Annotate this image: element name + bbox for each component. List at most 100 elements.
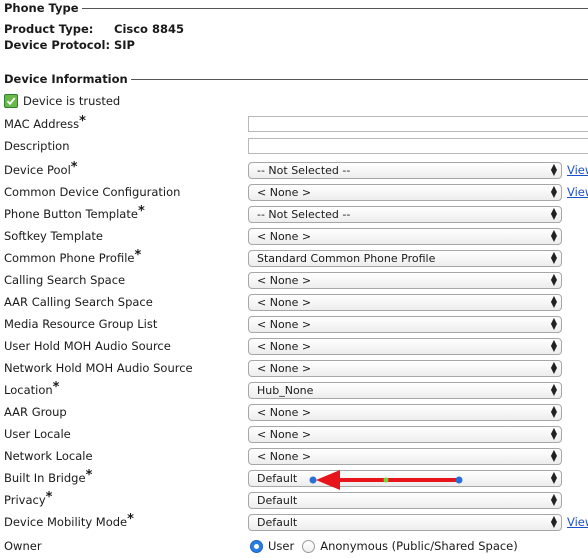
required-marker: * (85, 468, 93, 483)
media-resource-group-list-select[interactable]: < None > ▲ ▼ (248, 316, 562, 333)
required-marker: * (137, 204, 145, 219)
common-phone-profile-select[interactable]: Standard Common Phone Profile ▲ ▼ (248, 250, 562, 267)
location-row: Location* Hub_None ▲ ▼ (0, 380, 588, 402)
common-device-config-select[interactable]: < None > ▲ ▼ (248, 184, 562, 201)
common-phone-profile-label: Common Phone Profile* (4, 248, 142, 265)
network-hold-moh-select[interactable]: < None > ▲ ▼ (248, 360, 562, 377)
aar-calling-search-space-label: AAR Calling Search Space (4, 295, 153, 309)
media-resource-group-list-label: Media Resource Group List (4, 317, 158, 331)
device-protocol-label: Device Protocol: (4, 38, 111, 52)
description-label: Description (4, 139, 70, 153)
phone-type-header: Phone Type (0, 0, 588, 16)
common-phone-profile-row: Common Phone Profile* Standard Common Ph… (0, 248, 588, 270)
owner-user-radio[interactable] (250, 539, 263, 553)
divider (81, 8, 588, 9)
select-arrows-icon: ▲ ▼ (550, 492, 557, 507)
required-marker: * (52, 380, 60, 395)
product-type-label: Product Type: (4, 22, 94, 36)
select-arrows-icon: ▲ ▼ (550, 514, 557, 529)
calling-search-space-select[interactable]: < None > ▲ ▼ (248, 272, 562, 289)
network-locale-select[interactable]: < None > ▲ ▼ (248, 448, 562, 465)
select-arrows-icon: ▲ ▼ (550, 404, 557, 419)
device-pool-row: Device Pool* -- Not Selected --▲▼ View (0, 160, 588, 182)
phone-button-template-label: Phone Button Template* (4, 204, 145, 221)
select-arrows-icon: ▲ ▼ (550, 184, 557, 199)
user-hold-moh-select[interactable]: < None > ▲ ▼ (248, 338, 562, 355)
phone-type-heading: Phone Type (0, 1, 82, 15)
select-arrows-icon: ▲ ▼ (550, 294, 557, 309)
device-mobility-mode-select[interactable]: Default ▲ ▼ (248, 514, 562, 531)
aar-group-label: AAR Group (4, 405, 67, 419)
product-type-value: Cisco 8845 (114, 22, 184, 36)
phone-button-template-row: Phone Button Template* -- Not Selected -… (0, 204, 588, 226)
select-arrows-icon: ▲ ▼ (550, 382, 557, 397)
owner-radio-group: User Anonymous (Public/Shared Space) (250, 539, 518, 553)
select-arrows-icon: ▲ ▼ (550, 162, 557, 177)
required-marker: * (45, 490, 53, 505)
divider (130, 79, 588, 80)
required-marker: * (79, 114, 86, 129)
select-arrows-icon: ▲ ▼ (550, 272, 557, 287)
privacy-row: Privacy* Default ▲ ▼ (0, 490, 588, 512)
aar-calling-search-space-select[interactable]: < None > ▲ ▼ (248, 294, 562, 311)
user-locale-row: User Locale < None > ▲ ▼ (0, 424, 588, 446)
owner-anonymous-label[interactable]: Anonymous (Public/Shared Space) (320, 539, 518, 553)
network-hold-moh-label: Network Hold MOH Audio Source (4, 361, 193, 375)
mac-address-input[interactable] (248, 116, 588, 132)
device-mobility-mode-row: Device Mobility Mode* Default▲▼ View (0, 512, 588, 534)
owner-label: Owner (4, 539, 42, 553)
select-arrows-icon: ▲ ▼ (550, 448, 557, 463)
select-arrows-icon: ▲ ▼ (550, 228, 557, 243)
common-device-config-row: Common Device Configuration < None > ▲ ▼ V… (0, 182, 588, 204)
softkey-template-select[interactable]: < None > ▲ ▼ (248, 228, 562, 245)
select-arrows-icon: ▲ ▼ (550, 470, 557, 485)
privacy-label: Privacy* (4, 490, 53, 507)
checkmark-icon (4, 94, 18, 108)
built-in-bridge-label: Built In Bridge* (4, 468, 93, 485)
common-device-config-label: Common Device Configuration (4, 185, 181, 199)
device-mobility-mode-label: Device Mobility Mode* (4, 512, 134, 529)
description-row: Description (0, 136, 588, 158)
select-arrows-icon: ▲ ▼ (550, 250, 557, 265)
location-label: Location* (4, 380, 60, 397)
aar-group-select[interactable]: < None > ▲ ▼ (248, 404, 562, 421)
owner-user-label[interactable]: User (268, 539, 294, 553)
mac-address-row: MAC Address* (0, 114, 588, 136)
aar-group-row: AAR Group < None > ▲ ▼ (0, 402, 588, 424)
required-marker: * (70, 160, 78, 175)
user-locale-label: User Locale (4, 427, 71, 441)
device-information-header: Device Information (0, 71, 588, 87)
location-select[interactable]: Hub_None ▲ ▼ (248, 382, 562, 399)
built-in-bridge-select[interactable]: Default ▲ ▼ (248, 470, 562, 487)
built-in-bridge-row: Built In Bridge* Default ▲ ▼ (0, 468, 588, 490)
select-arrows-icon: ▲ ▼ (550, 338, 557, 353)
device-protocol-value: SIP (114, 38, 135, 52)
device-pool-label: Device Pool* (4, 160, 78, 177)
select-arrows-icon: ▲ ▼ (550, 206, 557, 221)
owner-row: Owner User Anonymous (Public/Shared Spac… (0, 536, 588, 558)
device-mobility-mode-view-link[interactable]: View (567, 515, 588, 529)
media-resource-group-list-row: Media Resource Group List < None > ▲ ▼ (0, 314, 588, 336)
user-locale-select[interactable]: < None > ▲ ▼ (248, 426, 562, 443)
network-hold-moh-row: Network Hold MOH Audio Source < None > ▲ ▼ (0, 358, 588, 380)
owner-anonymous-radio[interactable] (302, 539, 316, 553)
network-locale-label: Network Locale (4, 449, 93, 463)
privacy-select[interactable]: Default ▲ ▼ (248, 492, 562, 509)
softkey-template-label: Softkey Template (4, 229, 103, 243)
select-arrows-icon: ▲ ▼ (550, 316, 557, 331)
device-pool-select[interactable]: -- Not Selected -- ▲ ▼ (248, 162, 562, 179)
phone-button-template-select[interactable]: -- Not Selected -- ▲ ▼ (248, 206, 562, 223)
required-marker: * (134, 248, 142, 263)
description-input[interactable] (248, 138, 588, 154)
network-locale-row: Network Locale < None > ▲ ▼ (0, 446, 588, 468)
aar-calling-search-space-row: AAR Calling Search Space < None > ▲ ▼ (0, 292, 588, 314)
user-hold-moh-label: User Hold MOH Audio Source (4, 339, 171, 353)
device-trusted-row: Device is trusted (4, 94, 120, 108)
device-information-heading: Device Information (0, 72, 131, 86)
select-arrows-icon: ▲ ▼ (550, 426, 557, 441)
required-marker: * (127, 512, 134, 527)
common-device-config-view-link[interactable]: View (567, 185, 588, 199)
select-arrows-icon: ▲ ▼ (550, 360, 557, 375)
product-type-row: Product Type: Cisco 8845 (4, 22, 184, 36)
device-pool-view-link[interactable]: View (567, 163, 588, 177)
